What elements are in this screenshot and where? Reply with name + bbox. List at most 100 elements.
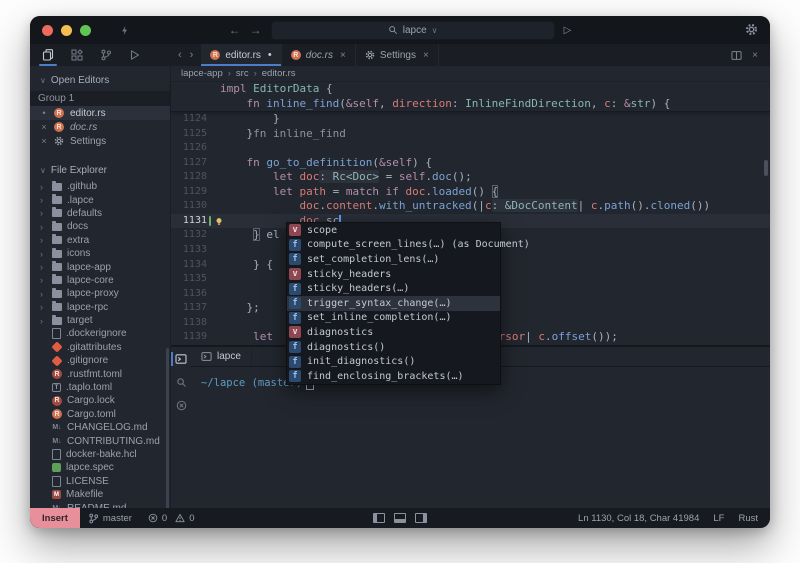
- zoom-window-button[interactable]: [80, 24, 91, 36]
- completion-item[interactable]: f find_enclosing_brackets(…): [287, 369, 500, 384]
- back-button[interactable]: ←: [229, 24, 241, 36]
- completion-label: set_completion_lens(…): [307, 253, 440, 265]
- file-tree-item[interactable]: › lapce-app: [30, 260, 170, 273]
- completion-item[interactable]: f compute_screen_lines(…) (as Document): [287, 238, 530, 253]
- file-tree-item[interactable]: R Cargo.lock: [30, 394, 170, 407]
- file-tree-item[interactable]: › icons: [30, 247, 170, 260]
- cursor-position[interactable]: Ln 1130, Col 18, Char 41984: [578, 513, 699, 524]
- open-editor-item[interactable]: × Settings: [30, 134, 170, 148]
- close-tab-icon[interactable]: ×: [423, 50, 429, 61]
- file-tree-item[interactable]: › lapce-core: [30, 274, 170, 287]
- completion-item[interactable]: f diagnostics(): [287, 340, 500, 355]
- close-file-icon[interactable]: ×: [40, 122, 48, 132]
- open-editor-item[interactable]: × Rdoc.rs: [30, 120, 170, 134]
- search-panel-icon[interactable]: [171, 377, 191, 388]
- file-tree-item[interactable]: › defaults: [30, 207, 170, 220]
- split-editor-icon[interactable]: [731, 50, 742, 61]
- file-tree-item[interactable]: R .rustfmt.toml: [30, 367, 170, 380]
- code-line[interactable]: 1124 }: [171, 112, 770, 127]
- code-line[interactable]: 1126: [171, 141, 770, 156]
- file-tree-item[interactable]: › lapce-rpc: [30, 301, 170, 314]
- file-tree-item[interactable]: LICENSE: [30, 475, 170, 488]
- completion-item[interactable]: f set_inline_completion(…): [287, 311, 500, 326]
- file-tree-item[interactable]: › docs: [30, 220, 170, 233]
- breadcrumb[interactable]: lapce-app › src › editor.rs: [171, 66, 770, 82]
- app-logo-icon: [119, 25, 130, 36]
- file-tree-item[interactable]: › .lapce: [30, 193, 170, 206]
- file-tree-item[interactable]: docker-bake.hcl: [30, 448, 170, 461]
- tab-editor-rs[interactable]: Reditor.rs •: [201, 44, 282, 66]
- close-editor-icon[interactable]: ×: [752, 50, 758, 61]
- file-tree-item[interactable]: R Cargo.toml: [30, 408, 170, 421]
- file-tree-item[interactable]: M↓ CONTRIBUTING.md: [30, 434, 170, 447]
- settings-gear-icon[interactable]: [745, 23, 758, 36]
- close-file-icon[interactable]: ×: [40, 136, 48, 146]
- breadcrumb-segment[interactable]: src: [236, 68, 249, 79]
- code-line[interactable]: 1125 }fn inline_find: [171, 127, 770, 142]
- file-tree-item[interactable]: › target: [30, 314, 170, 327]
- file-tree-item[interactable]: › .github: [30, 180, 170, 193]
- terminal-panel-icon[interactable]: [171, 351, 191, 366]
- sidebar-scrollbar[interactable]: [166, 348, 169, 508]
- debug-icon[interactable]: [129, 44, 141, 66]
- folder-icon: [52, 274, 62, 285]
- file-tree-item[interactable]: .gitattributes: [30, 341, 170, 354]
- completion-item[interactable]: v scope: [287, 223, 500, 238]
- plugin-icon[interactable]: [71, 44, 83, 66]
- run-button[interactable]: ▷: [564, 25, 572, 36]
- file-tree-item[interactable]: › extra: [30, 234, 170, 247]
- open-editors-header[interactable]: ∨ Open Editors: [30, 72, 170, 88]
- file-tree-item[interactable]: T .taplo.toml: [30, 381, 170, 394]
- tab-settings[interactable]: Settings ×: [356, 44, 439, 66]
- file-tree-item[interactable]: .dockerignore: [30, 327, 170, 340]
- tabs-back-icon[interactable]: ‹: [178, 49, 182, 61]
- toggle-bottom-panel-icon[interactable]: [394, 513, 406, 523]
- minimize-window-button[interactable]: [61, 24, 72, 36]
- completion-item[interactable]: f init_diagnostics(): [287, 354, 500, 369]
- source-control-icon[interactable]: [100, 44, 112, 66]
- file-icon: [52, 475, 61, 487]
- file-explorer-header[interactable]: ∨ File Explorer: [30, 162, 170, 178]
- file-tree-item[interactable]: M↓ CHANGELOG.md: [30, 421, 170, 434]
- toggle-right-panel-icon[interactable]: [415, 513, 427, 523]
- line-ending[interactable]: LF: [713, 513, 724, 524]
- mode-badge[interactable]: Insert: [30, 508, 80, 528]
- completion-item[interactable]: f set_completion_lens(…): [287, 252, 500, 267]
- file-tree-item[interactable]: M Makefile: [30, 488, 170, 501]
- breadcrumb-segment[interactable]: editor.rs: [262, 68, 296, 79]
- completion-item[interactable]: v diagnostics: [287, 325, 500, 340]
- file-tree-item[interactable]: › lapce-proxy: [30, 287, 170, 300]
- completion-item[interactable]: v sticky_headers: [287, 267, 500, 282]
- code-line[interactable]: 1130 doc.content.with_untracked(|c: &Doc…: [171, 199, 770, 214]
- completion-item[interactable]: f trigger_syntax_change(…): [287, 295, 500, 311]
- code-line[interactable]: 1129 let path = match if doc.loaded() {: [171, 184, 770, 200]
- file-tree-item[interactable]: .gitignore: [30, 354, 170, 367]
- completion-item[interactable]: f sticky_headers(…): [287, 281, 500, 296]
- forward-button[interactable]: →: [250, 24, 262, 36]
- file-tree-item[interactable]: M↓README.md: [30, 501, 170, 508]
- tabs-forward-icon[interactable]: ›: [190, 49, 194, 61]
- command-palette-search[interactable]: lapce ∨: [270, 20, 555, 40]
- code-line[interactable]: 1128 let doc: Rc<Doc> = self.doc();: [171, 170, 770, 185]
- problems-panel-icon[interactable]: [171, 400, 191, 411]
- breadcrumb-segment[interactable]: lapce-app: [181, 68, 223, 79]
- completion-label: find_enclosing_brackets(…): [307, 370, 464, 382]
- explorer-icon[interactable]: [39, 44, 57, 66]
- chevron-right-icon: ›: [40, 235, 43, 246]
- open-editor-item[interactable]: • Reditor.rs: [30, 106, 170, 120]
- tab-doc-rs[interactable]: Rdoc.rs ×: [282, 44, 356, 66]
- close-tab-icon[interactable]: ×: [340, 50, 346, 61]
- terminal-icon: [201, 351, 212, 362]
- editor-scrollbar[interactable]: [764, 160, 768, 176]
- file-name: Cargo.toml: [67, 408, 116, 420]
- diagnostics-indicator[interactable]: 0 0: [140, 508, 203, 528]
- file-tree-item[interactable]: lapce.spec: [30, 461, 170, 474]
- branch-indicator[interactable]: master: [80, 508, 140, 528]
- language-mode[interactable]: Rust: [738, 513, 758, 524]
- lapce-window: ← → lapce ∨ ▷ ‹ › Reditor.rs • Rdoc.rs × Set…: [30, 16, 770, 528]
- lightbulb-icon[interactable]: [214, 216, 224, 227]
- code-line[interactable]: 1127 fn go_to_definition(&self) {: [171, 156, 770, 171]
- terminal-tab[interactable]: lapce: [191, 346, 252, 366]
- toggle-left-panel-icon[interactable]: [373, 513, 385, 523]
- close-window-button[interactable]: [42, 24, 53, 36]
